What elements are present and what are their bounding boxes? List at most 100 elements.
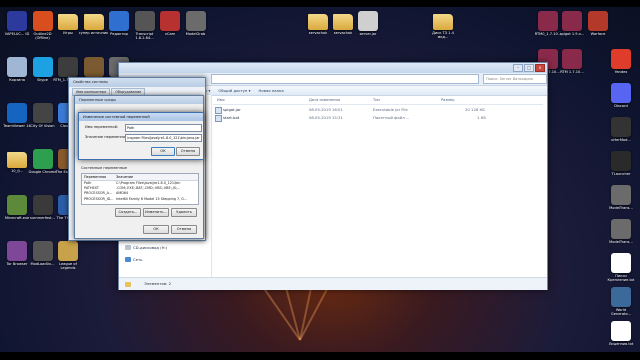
desktop-icon[interactable]: ModelTrans... xyxy=(606,185,636,210)
column-header-date[interactable]: Дата изменения xyxy=(309,98,340,102)
edit-system-variable-dialog[interactable]: Изменение системной переменной Имя перем… xyxy=(78,112,204,160)
cancel-button[interactable]: Отмена xyxy=(176,147,200,156)
desktop-icon-label: ModelTrans... xyxy=(609,206,633,210)
app-icon xyxy=(58,57,78,77)
nav-item-network[interactable]: Сеть xyxy=(125,257,142,262)
desktop-icon-label: World Generato... xyxy=(610,308,632,317)
app-icon xyxy=(7,11,27,31)
delete-variable-button[interactable]: Удалить xyxy=(171,208,197,217)
desktop[interactable]: VAPELUC... ID Outline2D (Offline) Игры супе… xyxy=(0,7,640,352)
variable-value-label: Значение переменной: xyxy=(85,135,129,139)
letterbox-top xyxy=(0,0,640,7)
app-icon xyxy=(32,241,53,261)
app-icon xyxy=(160,11,180,31)
app-icon xyxy=(32,11,53,31)
file-icon xyxy=(611,321,631,341)
column-header-name[interactable]: Имя xyxy=(217,98,225,102)
app-icon xyxy=(562,11,582,31)
desktop-icon-label: Yandex xyxy=(614,70,628,74)
folder-icon xyxy=(125,281,131,287)
edit-dialog-title: Изменение системной переменной xyxy=(79,113,203,121)
explorer-titlebar[interactable]: – □ × xyxy=(119,63,547,73)
desktop-icon-label: RTM 1.7.10... xyxy=(560,70,584,74)
folder-icon xyxy=(83,14,104,30)
desktop-icon[interactable]: RTM 1.7.10... xyxy=(557,49,587,74)
table-row[interactable]: PROCESSOR_ID... Intel64 Family 6 Model 15… xyxy=(82,197,198,202)
app-icon xyxy=(109,11,129,31)
maximize-button[interactable]: □ xyxy=(524,64,534,72)
desktop-icon-label: ModelTrans... xyxy=(609,240,633,244)
tlauncher-icon xyxy=(611,151,631,171)
status-bar: Элементов: 2 xyxy=(119,277,547,290)
app-icon xyxy=(611,185,631,205)
edit-variable-button[interactable]: Изменить... xyxy=(143,208,169,217)
desktop-icon[interactable]: World Generato... xyxy=(606,287,636,316)
desktop-icon[interactable]: Discord xyxy=(606,83,636,108)
desktop-icon[interactable]: League of Legends xyxy=(53,241,83,270)
desktop-icon-label: League of Legends xyxy=(59,262,77,271)
ok-button[interactable]: ОК xyxy=(143,225,169,234)
share-button[interactable]: Общий доступ ▾ xyxy=(218,86,250,95)
folder-icon xyxy=(7,152,27,168)
desktop-icon-label: uHerMod... xyxy=(611,138,631,142)
desktop-icon[interactable]: Пикси Крепление.txt xyxy=(606,253,636,282)
desktop-icon[interactable]: ModelGrab xyxy=(181,11,211,36)
app-icon xyxy=(32,103,53,123)
ok-button[interactable]: ОК xyxy=(151,147,175,156)
app-icon xyxy=(611,287,631,307)
yandex-icon xyxy=(611,49,631,69)
new-folder-button[interactable]: Новая папка xyxy=(259,86,284,95)
file-icon xyxy=(611,253,631,273)
desktop-icon[interactable]: uHerMod... xyxy=(606,117,636,142)
folder-icon xyxy=(308,14,328,30)
file-list-header: Имя Дата изменения Тип Размер xyxy=(213,97,543,105)
desktop-icon-label: Warface xyxy=(590,32,606,36)
app-icon xyxy=(611,117,631,137)
lol-icon xyxy=(58,241,78,261)
desktop-icon[interactable]: TLauncher xyxy=(606,151,636,176)
jar-file-icon xyxy=(215,107,222,114)
variable-name-field[interactable]: Path xyxy=(125,124,202,132)
column-header-size[interactable]: Размер xyxy=(441,98,454,102)
desktop-icon-label: Discord xyxy=(614,104,628,108)
desktop-icon[interactable]: server.jar xyxy=(353,11,383,36)
desktop-icon-label: Диск ТЗ 1.4 мод... xyxy=(432,31,454,40)
desktop-icon[interactable]: Yandex xyxy=(606,49,636,74)
letterbox-bottom xyxy=(0,352,640,360)
system-variables-table[interactable]: Переменная Значение Path C:\Program Files… xyxy=(81,173,199,205)
chrome-icon xyxy=(32,149,53,169)
app-icon xyxy=(32,195,53,215)
app-icon xyxy=(611,219,631,239)
app-icon xyxy=(588,11,608,31)
desktop-icon[interactable]: Диск ТЗ 1.4 мод... xyxy=(428,11,458,39)
variable-value-field[interactable]: \rogram Files\Java\jre1.8.0_121\bin;java… xyxy=(125,134,202,142)
system-properties-title: Свойства системы xyxy=(69,78,205,87)
new-variable-button[interactable]: Создать... xyxy=(115,208,141,217)
folder-icon xyxy=(333,14,353,30)
cancel-button[interactable]: Отмена xyxy=(171,225,197,234)
table-header: Переменная Значение xyxy=(82,174,198,181)
nav-item-cd-drive[interactable]: CD-дисковод (H:) xyxy=(125,245,167,250)
minimize-button[interactable]: – xyxy=(513,64,523,72)
network-icon xyxy=(125,257,131,262)
app-icon xyxy=(538,11,558,31)
desktop-icon-label: Пикси Крепление.txt xyxy=(607,274,635,283)
app-icon xyxy=(185,11,206,31)
file-icon xyxy=(358,11,378,31)
close-button[interactable]: × xyxy=(535,64,545,72)
search-input[interactable]: Поиск: Server Валькирия xyxy=(483,74,547,84)
desktop-icon[interactable]: Warface xyxy=(583,11,613,36)
app-icon xyxy=(562,49,582,69)
tor-icon xyxy=(7,241,27,261)
app-icon xyxy=(134,11,155,31)
desktop-icon-label: TLauncher xyxy=(611,172,631,176)
skype-icon xyxy=(32,57,53,77)
address-bar[interactable] xyxy=(211,74,479,84)
file-row[interactable]: spigot.jar 08.05.2019 16:01 Executable J… xyxy=(215,106,535,114)
desktop-icon[interactable]: ModelTrans... xyxy=(606,219,636,244)
file-row[interactable]: start.bat 08.05.2019 15:31 Пакетный файл… xyxy=(215,114,535,122)
desktop-icon[interactable]: Лицензия.txt xyxy=(606,321,636,346)
column-header-type[interactable]: Тип xyxy=(373,98,380,102)
environment-variables-title: Переменные среды xyxy=(75,96,203,104)
app-icon xyxy=(83,57,104,77)
